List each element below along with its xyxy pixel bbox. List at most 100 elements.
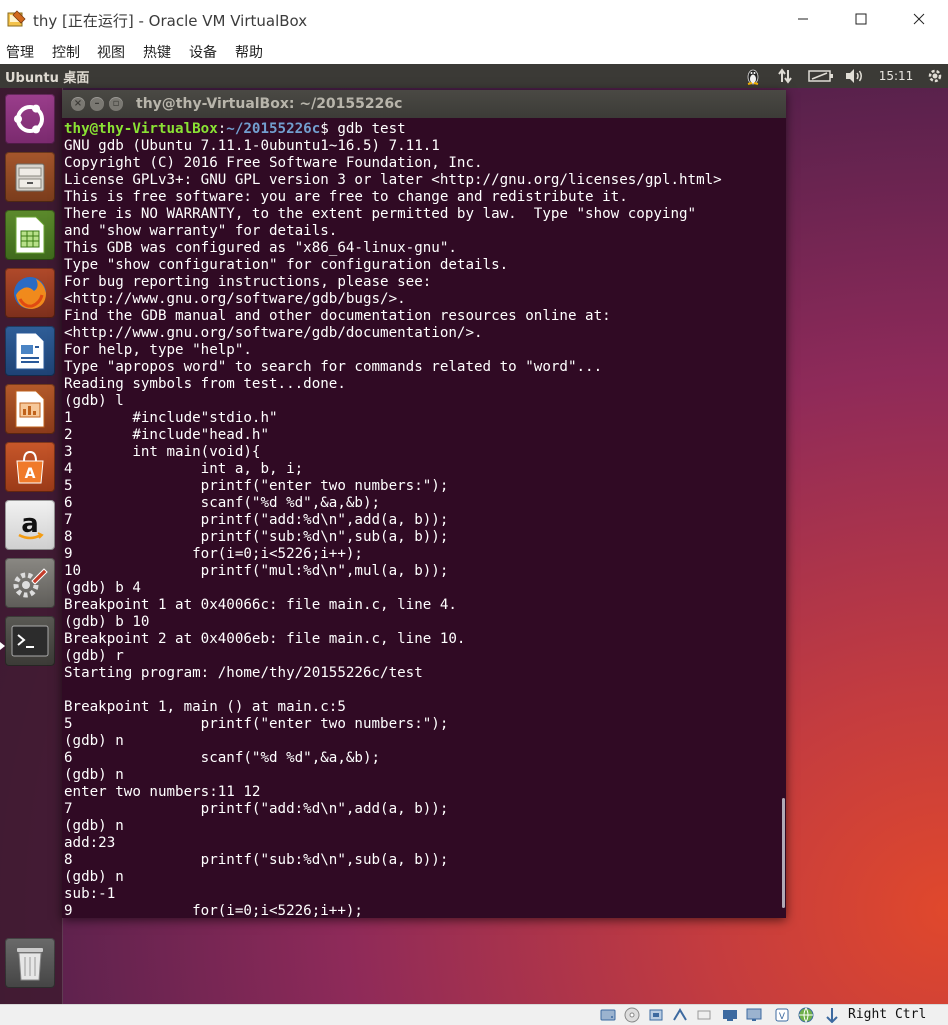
launcher-firefox[interactable] xyxy=(5,268,55,318)
launcher-amazon[interactable]: a xyxy=(5,500,55,550)
terminal-line: 6 scanf("%d %d",&a,&b); xyxy=(64,750,381,766)
terminal-line: (gdb) n xyxy=(64,818,124,834)
terminal-close-button[interactable]: × xyxy=(71,97,85,111)
tux-icon xyxy=(747,69,759,85)
video-capture-icon[interactable]: V xyxy=(774,1007,790,1023)
menu-manage[interactable]: 管理 xyxy=(6,42,34,62)
launcher-calc[interactable] xyxy=(5,210,55,260)
terminal-scrollbar[interactable] xyxy=(782,798,785,908)
menu-hotkey[interactable]: 热键 xyxy=(143,42,171,62)
terminal-minimize-button[interactable]: – xyxy=(90,97,104,111)
terminal-line: License GPLv3+: GNU GPL version 3 or lat… xyxy=(64,172,722,188)
tray-battery[interactable] xyxy=(806,66,836,86)
close-button[interactable] xyxy=(890,0,948,38)
terminal-line: <http://www.gnu.org/software/gdb/bugs/>. xyxy=(64,291,406,307)
clock[interactable]: 15:11 xyxy=(876,66,916,86)
terminal-line: Copyright (C) 2016 Free Software Foundat… xyxy=(64,155,483,171)
audio-icon[interactable] xyxy=(648,1007,664,1023)
network-arrows-icon xyxy=(778,68,792,84)
terminal-line: (gdb) n xyxy=(64,733,124,749)
usb-icon[interactable] xyxy=(696,1007,712,1023)
launcher-software[interactable]: A xyxy=(5,442,55,492)
terminal-line: 9 for(i=0;i<5226;i++); xyxy=(64,546,363,562)
terminal-line: Reading symbols from test...done. xyxy=(64,376,346,392)
launcher-settings[interactable] xyxy=(5,558,55,608)
terminal-line: 4 int a, b, i; xyxy=(64,461,304,477)
virtualbox-vm-icon xyxy=(7,10,26,27)
terminal-line: 7 printf("add:%d\n",add(a, b)); xyxy=(64,801,449,817)
file-cabinet-icon xyxy=(15,163,45,192)
terminal-window[interactable]: × – ▫ thy@thy-VirtualBox: ~/20155226c th… xyxy=(62,90,786,918)
ubuntu-logo-icon xyxy=(14,104,44,134)
shopping-bag-icon: A xyxy=(16,450,44,484)
document-icon xyxy=(15,332,45,370)
terminal-output: thy@thy-VirtualBox:~/20155226c$ gdb test… xyxy=(64,121,774,918)
mouse-integration-icon[interactable] xyxy=(824,1007,840,1023)
tray-network[interactable] xyxy=(774,66,796,86)
guest-screen[interactable]: Ubuntu 桌面 15:11 A a × – ▫ thy@thy-Virtua… xyxy=(0,64,948,1004)
menu-help[interactable]: 帮助 xyxy=(235,42,263,62)
terminal-line: add:23 xyxy=(64,835,116,851)
terminal-line: Breakpoint 1, main () at main.c:5 xyxy=(64,699,346,715)
terminal-output-lines: GNU gdb (Ubuntu 7.11.1-0ubuntu1~16.5) 7.… xyxy=(64,138,722,918)
display-icon[interactable] xyxy=(746,1007,762,1023)
terminal-line: GNU gdb (Ubuntu 7.11.1-0ubuntu1~16.5) 7.… xyxy=(64,138,440,154)
launcher-dash[interactable] xyxy=(5,94,55,144)
tray-volume[interactable] xyxy=(842,66,866,86)
optical-drive-icon[interactable] xyxy=(624,1007,640,1023)
amazon-icon: a xyxy=(18,509,44,540)
hard-disk-icon[interactable] xyxy=(600,1007,616,1023)
terminal-maximize-button[interactable]: ▫ xyxy=(109,97,123,111)
terminal-line: 2 #include"head.h" xyxy=(64,427,270,443)
tray-system-menu[interactable] xyxy=(924,66,946,86)
terminal-line: 6 scanf("%d %d",&a,&b); xyxy=(64,495,381,511)
terminal-icon xyxy=(11,625,49,657)
minimize-icon xyxy=(798,18,808,20)
shared-folder-icon[interactable] xyxy=(722,1007,738,1023)
launcher-files[interactable] xyxy=(5,152,55,202)
menu-view[interactable]: 视图 xyxy=(97,42,125,62)
vbox-titlebar: thy [正在运行] - Oracle VM VirtualBox xyxy=(0,0,948,38)
launcher-terminal[interactable] xyxy=(5,616,55,666)
launcher-writer[interactable] xyxy=(5,326,55,376)
launcher-trash[interactable] xyxy=(5,938,55,988)
terminal-line: (gdb) n xyxy=(64,767,124,783)
terminal-titlebar[interactable]: × – ▫ thy@thy-VirtualBox: ~/20155226c xyxy=(62,90,786,118)
terminal-line: (gdb) b 10 xyxy=(64,614,150,630)
tray-keyboard[interactable] xyxy=(742,66,764,86)
launcher-impress[interactable] xyxy=(5,384,55,434)
firefox-icon xyxy=(14,277,46,309)
volume-icon xyxy=(846,69,862,83)
host-key-label[interactable]: Right Ctrl xyxy=(848,1007,926,1022)
terminal-line: 10 printf("mul:%d\n",mul(a, b)); xyxy=(64,563,449,579)
terminal-line: (gdb) n xyxy=(64,869,124,885)
terminal-line: This is free software: you are free to c… xyxy=(64,189,628,205)
terminal-body[interactable]: thy@thy-VirtualBox:~/20155226c$ gdb test… xyxy=(64,121,774,918)
panel-title: Ubuntu 桌面 xyxy=(5,71,90,86)
close-icon: × xyxy=(73,98,83,109)
terminal-line: enter two numbers:11 12 xyxy=(64,784,261,800)
terminal-line: For help, type "help". xyxy=(64,342,252,358)
terminal-line: (gdb) b 4 xyxy=(64,580,141,596)
maximize-icon: ▫ xyxy=(112,98,120,109)
ubuntu-top-panel: Ubuntu 桌面 15:11 xyxy=(0,64,948,88)
globe-icon[interactable] xyxy=(798,1007,814,1023)
maximize-button[interactable] xyxy=(832,0,890,38)
terminal-title: thy@thy-VirtualBox: ~/20155226c xyxy=(136,96,403,112)
network-adapter-icon[interactable] xyxy=(672,1007,688,1023)
terminal-line: This GDB was configured as "x86_64-linux… xyxy=(64,240,457,256)
terminal-line: <http://www.gnu.org/software/gdb/documen… xyxy=(64,325,483,341)
minimize-icon: – xyxy=(94,98,100,109)
prompt-path: ~/20155226c xyxy=(226,121,321,137)
minimize-button[interactable] xyxy=(774,0,832,38)
terminal-line: 8 printf("sub:%d\n",sub(a, b)); xyxy=(64,529,449,545)
prompt-command: $ gdb test xyxy=(320,121,406,137)
menu-devices[interactable]: 设备 xyxy=(189,42,217,62)
terminal-line: For bug reporting instructions, please s… xyxy=(64,274,432,290)
close-icon xyxy=(913,13,925,25)
terminal-line: (gdb) r xyxy=(64,648,124,664)
terminal-line: 9 for(i=0;i<5226;i++); xyxy=(64,903,363,918)
menu-control[interactable]: 控制 xyxy=(52,42,80,62)
terminal-line: 1 #include"stdio.h" xyxy=(64,410,278,426)
terminal-line: Type "apropos word" to search for comman… xyxy=(64,359,603,375)
